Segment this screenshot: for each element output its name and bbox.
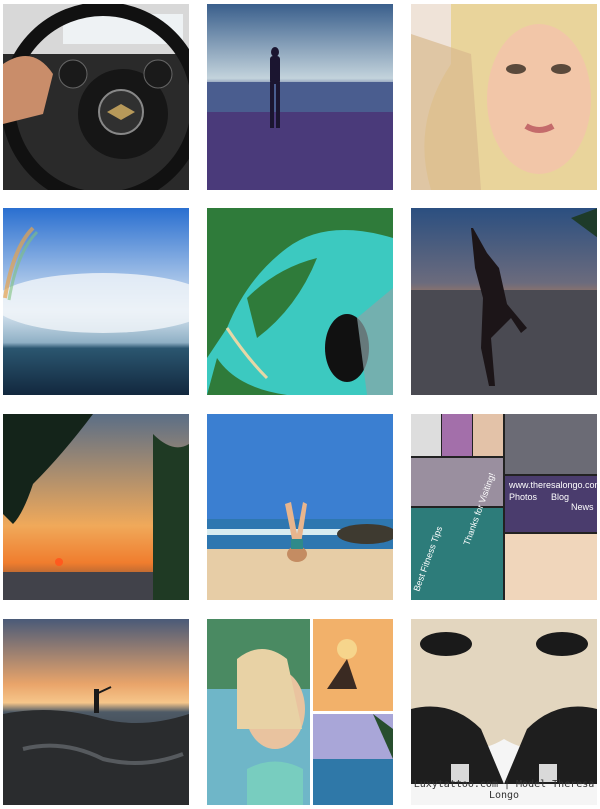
website-collage-image: www.theresalongo.com Photos Blog News Be… xyxy=(411,414,597,600)
photo-tile-rocky-sunset[interactable] xyxy=(3,619,189,805)
bikini-collage-image xyxy=(207,619,393,805)
photo-tile-headstand-beach[interactable] xyxy=(207,414,393,600)
sunset-pose-image xyxy=(411,208,597,395)
photo-tile-palm-sunset[interactable] xyxy=(3,414,189,600)
photo-grid: www.theresalongo.com Photos Blog News Be… xyxy=(0,0,600,809)
photo-tile-waterfall-rainbow[interactable] xyxy=(3,208,189,395)
photo-tile-beach-silhouette[interactable] xyxy=(207,4,393,190)
waterfall-rainbow-image xyxy=(3,208,189,395)
collage-nav-photos: Photos xyxy=(509,492,538,502)
headstand-beach-image xyxy=(207,414,393,600)
car-interior-image xyxy=(3,4,189,190)
palm-sunset-image xyxy=(3,414,189,600)
photo-tile-aerial-coast[interactable] xyxy=(207,208,393,395)
collage-nav-blog: Blog xyxy=(551,492,569,502)
beach-silhouette-image xyxy=(207,4,393,190)
photo-tile-car-interior[interactable] xyxy=(3,4,189,190)
portrait-closeup-image xyxy=(411,4,597,190)
collage-site-text: www.theresalongo.com xyxy=(508,480,597,490)
photo-tile-sunset-pose[interactable] xyxy=(411,208,597,395)
mirror-caption: Luxytattoo.com | Model Theresa Longo xyxy=(413,779,595,801)
photo-tile-mirror-portrait[interactable]: Luxytattoo.com | Model Theresa Longo xyxy=(411,619,597,805)
rocky-sunset-image xyxy=(3,619,189,805)
aerial-coast-image xyxy=(207,208,393,395)
collage-nav-news: News xyxy=(571,502,594,512)
photo-tile-website-collage[interactable]: www.theresalongo.com Photos Blog News Be… xyxy=(411,414,597,600)
mirror-portrait-image xyxy=(411,619,597,805)
photo-tile-portrait-closeup[interactable] xyxy=(411,4,597,190)
photo-tile-bikini-collage[interactable] xyxy=(207,619,393,805)
